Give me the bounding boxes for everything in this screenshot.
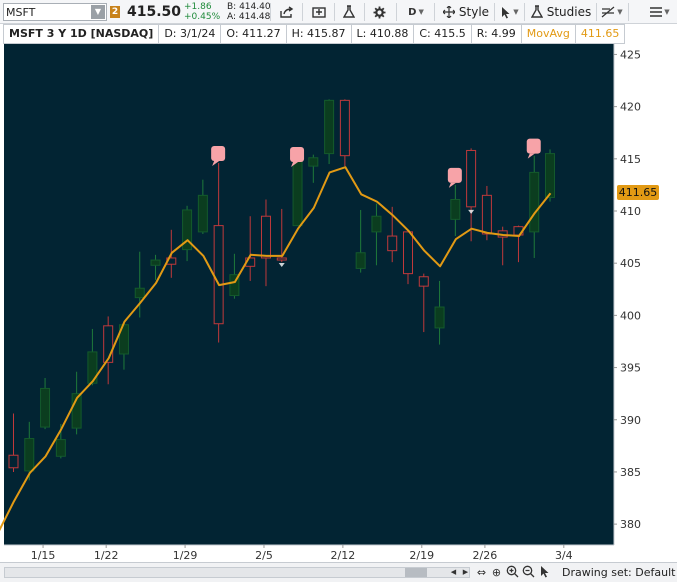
- zoom-out-icon[interactable]: [521, 565, 536, 580]
- zoom-in-icon[interactable]: [505, 565, 520, 580]
- price-tick-label: 390: [620, 414, 641, 427]
- time-tick-label: 2/19: [409, 549, 434, 562]
- candle-body: [55, 439, 66, 457]
- price-tick-label: 425: [620, 48, 641, 61]
- candle-body: [24, 438, 35, 472]
- candle-body: [434, 306, 445, 329]
- cursor-icon[interactable]: [537, 565, 552, 580]
- info-range: R: 4.99: [471, 24, 522, 44]
- scrollbar-thumb[interactable]: [405, 568, 427, 577]
- candle-body: [197, 194, 208, 233]
- candle-body: [150, 259, 161, 266]
- price-tick-label: 420: [620, 101, 641, 114]
- time-tick-label: 2/5: [255, 549, 273, 562]
- note-bubble: [447, 167, 462, 183]
- info-close: C: 415.5: [414, 24, 472, 44]
- study-value: 411.65: [575, 24, 626, 44]
- info-date: D: 3/1/24: [159, 24, 222, 44]
- candle-body: [355, 252, 366, 269]
- candle-body: [529, 171, 540, 233]
- price-tick-label: 395: [620, 362, 641, 375]
- study-label[interactable]: MovAvg: [521, 24, 576, 44]
- status-bar: ◀ ▶ ⇔ ⊕ Drawing set: Default: [0, 562, 677, 582]
- note-bubble: [526, 138, 541, 154]
- note-bubble: [211, 145, 226, 161]
- price-tick-label: 410: [620, 205, 641, 218]
- time-tick-label: 1/15: [31, 549, 56, 562]
- scroll-right-icon[interactable]: ▶: [458, 565, 473, 580]
- price-tick-label: 415: [620, 153, 641, 166]
- candle-body: [308, 157, 319, 167]
- info-high: H: 415.87: [286, 24, 352, 44]
- price-tick-label: 400: [620, 309, 641, 322]
- pan-arrows-icon[interactable]: ⇔: [474, 565, 489, 580]
- time-tick-label: 3/4: [555, 549, 573, 562]
- ma-price-tag-value: 411.65: [619, 186, 658, 199]
- candle-body: [40, 387, 51, 428]
- price-tick-label: 380: [620, 518, 641, 531]
- price-chart[interactable]: 380 385 390 395 400 405 410 415 420 425 1/15 1/22 1…: [0, 0, 677, 562]
- time-tick-label: 1/22: [94, 549, 119, 562]
- horizontal-scrollbar[interactable]: [4, 567, 470, 578]
- candle-body: [450, 199, 461, 220]
- price-tick-label: 385: [620, 466, 641, 479]
- candle-body: [324, 99, 335, 155]
- drawing-set-label[interactable]: Drawing set: Default: [562, 566, 675, 579]
- candle-body: [371, 215, 382, 233]
- time-tick-label: 2/26: [473, 549, 498, 562]
- ma-price-tag: 411.65: [617, 185, 659, 200]
- info-open: O: 411.27: [221, 24, 287, 44]
- note-bubble: [290, 147, 305, 163]
- price-tick-label: 405: [620, 257, 641, 270]
- info-bar: MSFT 3 Y 1D [NASDAQ] D: 3/1/24 O: 411.27…: [3, 24, 626, 44]
- plot-area[interactable]: [4, 44, 614, 545]
- chart-title[interactable]: MSFT 3 Y 1D [NASDAQ]: [3, 24, 160, 44]
- time-tick-label: 1/29: [173, 549, 198, 562]
- candle-body: [134, 287, 145, 299]
- info-low: L: 410.88: [351, 24, 415, 44]
- candle-body: [545, 153, 556, 198]
- crosshair-icon[interactable]: ⊕: [489, 565, 504, 580]
- time-tick-label: 2/12: [331, 549, 356, 562]
- candle-body: [292, 155, 303, 227]
- candle: [292, 155, 303, 227]
